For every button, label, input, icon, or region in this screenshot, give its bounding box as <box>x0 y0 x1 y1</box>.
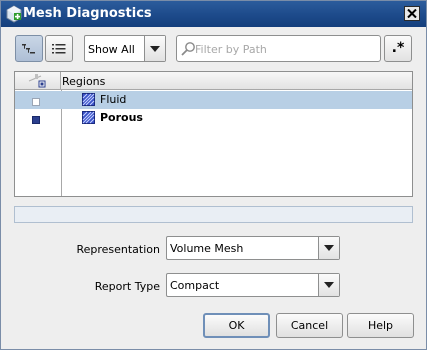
chevron-down-icon <box>150 45 160 52</box>
state-checkbox-unchecked[interactable] <box>32 96 40 106</box>
title-bar[interactable]: Mesh Diagnostics <box>1 1 426 27</box>
progress-bar <box>14 206 413 223</box>
close-button[interactable] <box>404 6 420 21</box>
ok-button[interactable]: OK <box>203 313 270 338</box>
region-icon <box>82 111 95 124</box>
report-type-label: Report Type <box>94 280 160 293</box>
table-row[interactable]: Fluid <box>15 91 412 109</box>
region-name: Porous <box>100 111 143 124</box>
list-view-button[interactable] <box>45 35 73 62</box>
help-button[interactable]: Help <box>347 313 414 338</box>
show-filter-value: Show All <box>88 43 135 56</box>
table-row[interactable]: Porous <box>15 109 412 127</box>
report-type-arrow[interactable] <box>318 274 339 296</box>
filter-by-path-field[interactable] <box>176 35 381 62</box>
sort-state-icon <box>28 74 46 88</box>
regex-label: .* <box>391 40 405 56</box>
state-column-header[interactable] <box>15 72 61 90</box>
regex-toggle-button[interactable]: .* <box>384 35 412 62</box>
representation-value: Volume Mesh <box>170 242 244 255</box>
table-header: Regions <box>15 72 412 90</box>
tree-view-icon <box>22 43 35 53</box>
representation-arrow[interactable] <box>318 237 339 259</box>
report-type-dropdown[interactable]: Compact <box>166 273 340 297</box>
tree-view-button[interactable] <box>15 35 43 62</box>
window-title: Mesh Diagnostics <box>23 6 152 21</box>
cancel-button[interactable]: Cancel <box>276 313 343 338</box>
region-name: Fluid <box>100 93 127 106</box>
region-icon <box>82 93 95 106</box>
filter-by-path-input[interactable] <box>195 41 375 57</box>
representation-label: Representation <box>76 243 160 256</box>
regions-table: Regions Fluid Porous <box>14 71 413 197</box>
close-icon <box>407 9 417 18</box>
report-type-value: Compact <box>170 279 220 292</box>
representation-dropdown[interactable]: Volume Mesh <box>166 236 340 260</box>
show-filter-dropdown[interactable]: Show All <box>84 35 166 62</box>
chevron-down-icon <box>324 282 334 288</box>
search-icon <box>180 41 196 57</box>
show-filter-arrow[interactable] <box>144 36 165 61</box>
chevron-down-icon <box>324 245 334 251</box>
app-logo-icon <box>5 5 23 23</box>
state-checkbox-checked[interactable] <box>32 114 40 124</box>
regions-column-header[interactable]: Regions <box>62 75 105 88</box>
mesh-diagnostics-dialog: Mesh Diagnostics Show All Filter by Path… <box>0 0 427 350</box>
list-view-icon <box>52 43 66 53</box>
